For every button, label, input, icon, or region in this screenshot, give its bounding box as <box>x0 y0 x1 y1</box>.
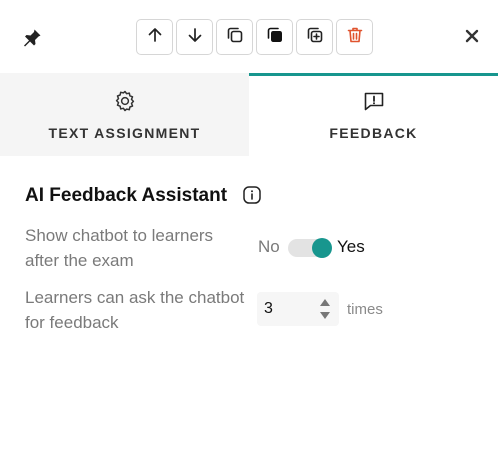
show-chatbot-label: Show chatbot to learners after the exam <box>25 226 214 270</box>
toolbar <box>0 0 498 74</box>
arrow-down-icon <box>185 25 205 50</box>
trash-icon <box>345 25 365 50</box>
show-chatbot-toggle[interactable] <box>288 238 332 258</box>
toggle-on-label: Yes <box>337 237 365 256</box>
copy-button[interactable] <box>216 19 253 55</box>
tab-label: FEEDBACK <box>329 125 418 141</box>
duplicate-button[interactable] <box>296 19 333 55</box>
pin-icon[interactable] <box>20 26 44 50</box>
close-icon <box>464 28 480 49</box>
info-icon[interactable] <box>242 185 262 205</box>
feedback-icon <box>362 89 386 113</box>
tab-feedback[interactable]: FEEDBACK <box>249 73 498 156</box>
ask-limit-label: Learners can ask the chatbot for feedbac… <box>25 288 245 332</box>
section-title: AI Feedback Assistant <box>25 185 228 206</box>
tab-label: TEXT ASSIGNMENT <box>48 125 201 141</box>
toggle-knob <box>312 238 332 258</box>
toggle-off-label: No <box>258 237 280 256</box>
delete-button[interactable] <box>336 19 373 55</box>
gear-icon <box>113 89 137 113</box>
arrow-up-icon <box>145 25 165 50</box>
tab-text-assignment[interactable]: TEXT ASSIGNMENT <box>0 73 249 156</box>
move-up-button[interactable] <box>136 19 173 55</box>
ask-limit-stepper[interactable]: 3 <box>257 292 339 326</box>
tab-bar: TEXT ASSIGNMENT FEEDBACK <box>0 73 498 156</box>
stepper-unit: times <box>347 301 383 318</box>
paste-button[interactable] <box>256 19 293 55</box>
copy-icon <box>225 25 245 50</box>
close-button[interactable] <box>459 25 485 51</box>
paste-icon <box>265 25 285 50</box>
stepper-arrows-icon[interactable] <box>318 297 332 321</box>
move-down-button[interactable] <box>176 19 213 55</box>
duplicate-icon <box>305 25 325 50</box>
stepper-value[interactable]: 3 <box>264 300 273 318</box>
